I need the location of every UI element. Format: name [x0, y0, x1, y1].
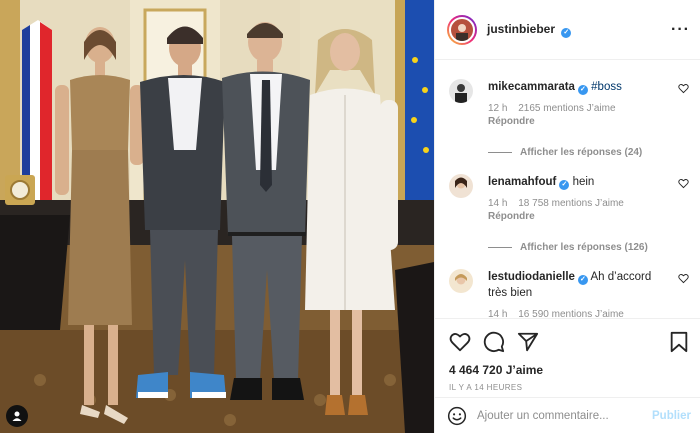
heart-icon[interactable] [449, 331, 471, 353]
bookmark-icon[interactable] [669, 331, 689, 353]
comment-icon[interactable] [483, 331, 505, 353]
comment-likes[interactable]: 16 590 mentions J’aime [518, 309, 624, 318]
post-header: justinbieber ✓ ··· [435, 0, 700, 60]
comment-text: mikecammarata ✓ #boss [488, 79, 700, 95]
emoji-icon[interactable] [447, 406, 467, 426]
replies-divider [488, 247, 512, 248]
comment-heart-icon[interactable] [678, 178, 689, 189]
comment-heart-icon[interactable] [678, 273, 689, 284]
comment-username[interactable]: mikecammarata [488, 81, 575, 93]
comment-hashtag[interactable]: #boss [591, 81, 622, 93]
replies-divider [488, 152, 512, 153]
comment-username[interactable]: lenamahfouf [488, 176, 556, 188]
verified-icon: ✓ [559, 180, 570, 190]
comment-text: lestudiodanielle ✓ Ah d’accord très bien [488, 269, 700, 301]
verified-icon: ✓ [577, 275, 588, 285]
commenter-avatar[interactable] [449, 174, 473, 198]
more-options-icon[interactable]: ··· [671, 21, 690, 39]
comment-likes[interactable]: 2165 mentions J’aime [518, 103, 615, 114]
comment-heart-icon[interactable] [678, 83, 689, 94]
share-icon[interactable] [517, 331, 539, 353]
commenter-avatar[interactable] [449, 269, 473, 293]
post-side-panel: justinbieber ✓ ··· mikecammarata ✓ #boss … [434, 0, 700, 433]
comment-username[interactable]: lestudiodanielle [488, 271, 575, 283]
comment-item: lenamahfouf ✓ hein 14 h 18 758 mentions J… [435, 174, 700, 253]
author-avatar[interactable] [447, 14, 477, 45]
action-icons-row [449, 329, 689, 355]
comment-meta: 14 h 18 758 mentions J’aime [488, 198, 700, 209]
publish-button[interactable]: Publier [652, 410, 691, 422]
comment-item: lestudiodanielle ✓ Ah d’accord très bien … [435, 269, 700, 318]
comment-time[interactable]: 12 h [488, 103, 507, 114]
post-actions: 4 464 720 J’aime IL Y A 14 HEURES [435, 318, 700, 392]
comment-composer: Publier [435, 397, 700, 433]
post-timestamp[interactable]: IL Y A 14 HEURES [449, 383, 689, 392]
comment-meta: 12 h 2165 mentions J’aime [488, 103, 700, 114]
comment-time[interactable]: 14 h [488, 198, 507, 209]
comment-likes[interactable]: 18 758 mentions J’aime [518, 198, 624, 209]
author-username[interactable]: justinbieber ✓ [487, 22, 572, 38]
show-replies-button[interactable]: Afficher les réponses (24) [488, 147, 700, 158]
comment-input[interactable] [477, 409, 653, 422]
likes-count[interactable]: 4 464 720 J’aime [449, 363, 689, 377]
comment-item: mikecammarata ✓ #boss 12 h 2165 mentions … [435, 79, 700, 158]
comment-time[interactable]: 14 h [488, 309, 507, 318]
comment-text: lenamahfouf ✓ hein [488, 174, 700, 190]
photo-illustration [0, 0, 434, 433]
post-photo[interactable] [0, 0, 434, 433]
comment-meta: 14 h 16 590 mentions J’aime [488, 309, 700, 318]
verified-icon: ✓ [577, 85, 588, 95]
comment-body: hein [572, 176, 595, 188]
user-tag-icon[interactable] [6, 405, 28, 427]
comments-list[interactable]: mikecammarata ✓ #boss 12 h 2165 mentions … [435, 61, 700, 318]
verified-icon: ✓ [561, 27, 572, 38]
show-replies-button[interactable]: Afficher les réponses (126) [488, 242, 700, 253]
commenter-avatar[interactable] [449, 79, 473, 103]
reply-button[interactable]: Répondre [488, 211, 700, 222]
reply-button[interactable]: Répondre [488, 116, 700, 127]
